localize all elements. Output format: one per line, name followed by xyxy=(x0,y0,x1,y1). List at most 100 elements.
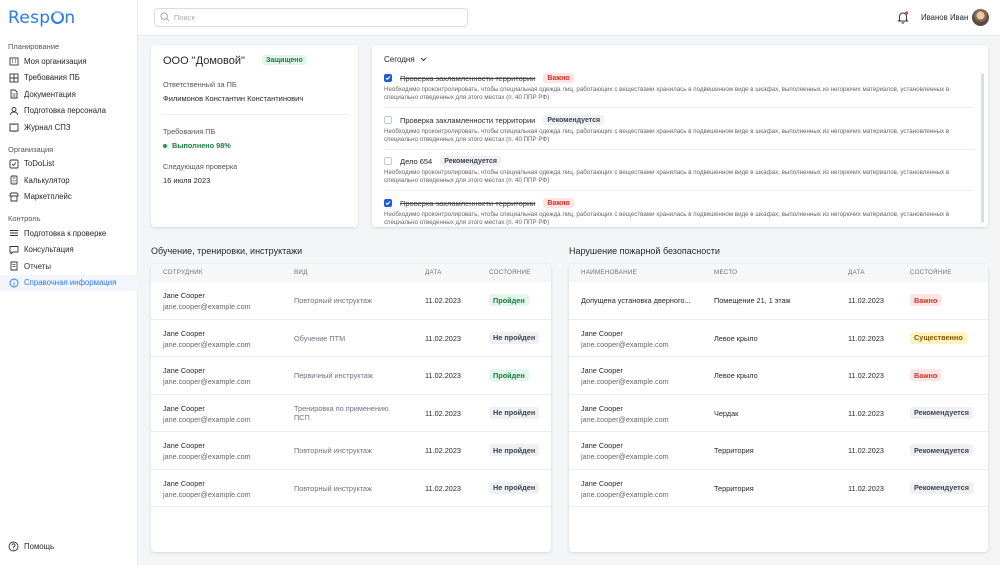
today-filter-dropdown[interactable]: Сегодня xyxy=(384,55,427,64)
row-name: Jane Cooper xyxy=(163,441,205,450)
scrollbar[interactable] xyxy=(981,73,984,223)
table-row[interactable]: Jane Cooper jane.cooper@example.com Первич… xyxy=(151,357,551,395)
sidebar-item-label: Документация xyxy=(24,89,76,99)
row-place: Левое крыло xyxy=(714,371,758,380)
requirements-status: Выполнено 98% xyxy=(163,141,231,150)
sidebar-item-label: Моя организация xyxy=(24,56,87,66)
task-description: Необходимо проконтролировать, чтобы спец… xyxy=(384,128,950,144)
sidebar-item-requirements[interactable]: Требования ПБ xyxy=(0,70,138,87)
status-badge: Пройден xyxy=(489,294,529,306)
row-email: jane.cooper@example.com xyxy=(581,339,669,349)
task-title[interactable]: Проверка захламленности территории xyxy=(400,74,535,83)
search-input[interactable] xyxy=(174,13,454,22)
sidebar-item-staff-training[interactable]: Подготовка персонала xyxy=(0,103,138,120)
chevron-down-icon xyxy=(420,57,427,62)
today-filter-label: Сегодня xyxy=(384,55,415,64)
sidebar-item-inspection-prep[interactable]: Подготовка к проверке xyxy=(0,225,138,242)
table-row[interactable]: Jane Cooper jane.cooper@example.com Повтор… xyxy=(151,470,551,507)
chat-icon xyxy=(8,244,19,255)
column-header[interactable]: Состояние xyxy=(489,264,531,282)
table-row[interactable]: Jane Cooper jane.cooper@example.com Тренир… xyxy=(151,395,551,432)
row-name: Допущена установка дверного... xyxy=(581,296,691,305)
sidebar-item-todolist[interactable]: ToDoList xyxy=(0,156,138,173)
row-email: jane.cooper@example.com xyxy=(581,377,669,386)
section-title-control: Контроль xyxy=(8,214,41,223)
user-name[interactable]: Иванов Иван xyxy=(921,13,968,22)
sidebar-item-label: Калькулятор xyxy=(24,175,70,185)
search-icon xyxy=(160,12,170,24)
status-badge: Рекомендуется xyxy=(910,406,973,419)
notification-bell-icon[interactable] xyxy=(896,10,910,24)
table-row[interactable]: Jane Cooper jane.cooper@example.com Чердак… xyxy=(569,395,988,432)
sidebar-item-label: Требования ПБ xyxy=(24,73,80,83)
task-checkbox[interactable] xyxy=(384,199,392,207)
row-primary: Jane Cooper jane.cooper@example.com xyxy=(163,329,251,349)
column-header[interactable]: Сотрудник xyxy=(163,264,203,282)
question-circle-icon xyxy=(8,541,19,552)
table-row[interactable]: Jane Cooper jane.cooper@example.com Левое … xyxy=(569,357,988,395)
column-header[interactable]: Место xyxy=(714,264,737,282)
respon-logo[interactable]: Resp n xyxy=(8,8,75,28)
status-badge: Не пройден xyxy=(489,331,540,344)
column-header[interactable]: Вид xyxy=(294,264,308,282)
sidebar-item-label: Журнал СПЗ xyxy=(24,122,71,132)
sidebar-item-reference-info[interactable]: Справочная информация xyxy=(0,274,138,291)
row-place: Территория xyxy=(714,446,754,455)
row-primary: Jane Cooper jane.cooper@example.com xyxy=(581,441,669,461)
table-row[interactable]: Jane Cooper jane.cooper@example.com Террит… xyxy=(569,470,988,507)
row-email: jane.cooper@example.com xyxy=(163,414,251,424)
row-email: jane.cooper@example.com xyxy=(581,489,669,499)
divider xyxy=(384,107,974,108)
search-box[interactable] xyxy=(154,8,468,27)
row-name: Jane Cooper xyxy=(581,328,623,338)
task-checkbox[interactable] xyxy=(384,157,392,165)
task-description: Необходимо проконтролировать, чтобы спец… xyxy=(384,211,950,227)
task-title[interactable]: Дело 654 xyxy=(400,157,432,166)
row-type: Первичный инструктаж xyxy=(294,371,373,380)
sidebar-item-my-organization[interactable]: Моя организация xyxy=(0,53,138,70)
table-row[interactable]: Jane Cooper jane.cooper@example.com Повтор… xyxy=(151,282,551,320)
column-header[interactable]: Наименование xyxy=(581,264,637,282)
table-row[interactable]: Jane Cooper jane.cooper@example.com Повтор… xyxy=(151,432,551,470)
table-row[interactable]: Jane Cooper jane.cooper@example.com Левое … xyxy=(569,320,988,357)
report-icon xyxy=(8,261,19,272)
divider xyxy=(384,149,974,150)
status-badge: Рекомендуется xyxy=(910,444,973,456)
sidebar-item-label: Справочная информация xyxy=(24,278,117,288)
requirements-label: Требования ПБ xyxy=(163,127,216,136)
sidebar-item-consultation[interactable]: Консультация xyxy=(0,242,138,259)
sidebar-item-reports[interactable]: Отчеты xyxy=(0,258,138,275)
status-badge: Важно xyxy=(910,294,942,306)
row-type: Тренировка по применению ПСП xyxy=(294,403,389,423)
next-check-label: Следующая проверка xyxy=(163,162,238,171)
info-circle-icon xyxy=(8,277,19,288)
calculator-icon xyxy=(8,175,19,186)
sidebar-item-marketplace[interactable]: Маркетплейс xyxy=(0,189,138,206)
row-date: 11.02.2023 xyxy=(425,483,461,493)
row-primary: Jane Cooper jane.cooper@example.com xyxy=(163,479,251,499)
help-link[interactable]: Помощь xyxy=(8,541,54,552)
column-header[interactable]: Состояние xyxy=(910,264,952,282)
table-row[interactable]: Jane Cooper jane.cooper@example.com Обучен… xyxy=(151,320,551,357)
avatar[interactable] xyxy=(972,9,989,26)
column-header[interactable]: Дата xyxy=(425,264,442,282)
task-title[interactable]: Проверка захламленности территории xyxy=(400,116,535,125)
row-name: Jane Cooper xyxy=(163,328,205,338)
table-row[interactable]: Допущена установка дверного... Помещение … xyxy=(569,282,988,320)
sidebar-item-calculator[interactable]: Калькулятор xyxy=(0,172,138,189)
task-item: Проверка захламленности территории Реком… xyxy=(384,114,974,144)
status-badge: Не пройден xyxy=(489,444,540,456)
violations-table: Наименование Место Дата Состояние Допуще… xyxy=(569,264,988,552)
checkbox-icon xyxy=(8,158,19,169)
task-description: Необходимо проконтролировать, чтобы спец… xyxy=(384,86,950,102)
sidebar-item-documentation[interactable]: Документация xyxy=(0,86,138,103)
table-row[interactable]: Jane Cooper jane.cooper@example.com Террит… xyxy=(569,432,988,470)
task-checkbox[interactable] xyxy=(384,116,392,124)
row-place: Территория xyxy=(714,483,754,493)
priority-badge: Важно xyxy=(543,73,574,83)
sidebar-item-spz-journal[interactable]: Журнал СПЗ xyxy=(0,119,138,136)
row-name: Jane Cooper xyxy=(581,403,623,413)
task-title[interactable]: Проверка захламленности территории xyxy=(400,199,535,208)
column-header[interactable]: Дата xyxy=(848,264,865,282)
task-checkbox[interactable] xyxy=(384,74,392,82)
